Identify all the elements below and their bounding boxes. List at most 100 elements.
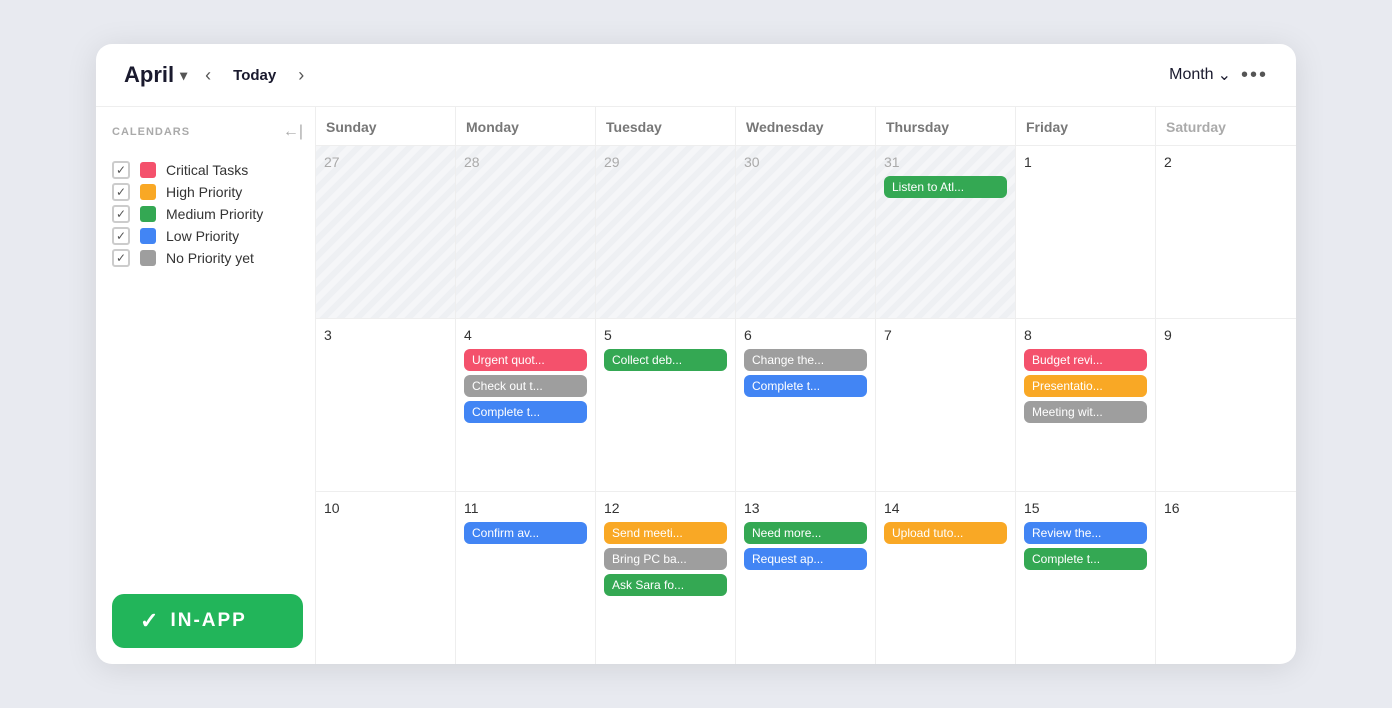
day-number: 28 bbox=[464, 154, 587, 170]
day-number: 6 bbox=[744, 327, 867, 343]
item-label-none: No Priority yet bbox=[166, 250, 254, 266]
sidebar-item-low[interactable]: ✓ Low Priority bbox=[112, 225, 303, 247]
day-number: 13 bbox=[744, 500, 867, 516]
day-cell-12[interactable]: 12 Send meeti... Bring PC ba... Ask Sara fo… bbox=[596, 492, 736, 664]
day-cell-6[interactable]: 6 Change the... Complete t... bbox=[736, 319, 876, 491]
day-number: 31 bbox=[884, 154, 1007, 170]
more-options-btn[interactable]: ••• bbox=[1241, 64, 1268, 87]
sidebar-collapse-btn[interactable]: ←| bbox=[283, 123, 303, 141]
event-pill[interactable]: Request ap... bbox=[744, 548, 867, 570]
event-pill[interactable]: Change the... bbox=[744, 349, 867, 371]
sidebar-header: CALENDARS ←| bbox=[112, 123, 303, 141]
day-cell-10[interactable]: 10 bbox=[316, 492, 456, 664]
day-number: 30 bbox=[744, 154, 867, 170]
prev-btn[interactable]: ‹ bbox=[199, 63, 217, 88]
checkbox-critical[interactable]: ✓ bbox=[112, 161, 130, 179]
day-cell-30[interactable]: 30 bbox=[736, 146, 876, 318]
header-right: Month ⌄ ••• bbox=[1169, 64, 1268, 87]
day-cell-1[interactable]: 1 bbox=[1016, 146, 1156, 318]
day-header-tuesday: Tuesday bbox=[596, 107, 736, 145]
view-selector[interactable]: Month ⌄ bbox=[1169, 65, 1231, 85]
event-pill[interactable]: Confirm av... bbox=[464, 522, 587, 544]
event-pill[interactable]: Listen to Atl... bbox=[884, 176, 1007, 198]
item-label-critical: Critical Tasks bbox=[166, 162, 248, 178]
day-cell-14[interactable]: 14 Upload tuto... bbox=[876, 492, 1016, 664]
calendar-header: April ▾ ‹ Today › Month ⌄ ••• bbox=[96, 44, 1296, 107]
day-cell-3[interactable]: 3 bbox=[316, 319, 456, 491]
day-number: 29 bbox=[604, 154, 727, 170]
sidebar-item-none[interactable]: ✓ No Priority yet bbox=[112, 247, 303, 269]
month-label: April bbox=[124, 62, 174, 88]
sidebar-item-medium[interactable]: ✓ Medium Priority bbox=[112, 203, 303, 225]
day-number: 11 bbox=[464, 500, 587, 516]
day-number: 4 bbox=[464, 327, 587, 343]
color-dot-high bbox=[140, 184, 156, 200]
day-cell-5[interactable]: 5 Collect deb... bbox=[596, 319, 736, 491]
day-cell-11[interactable]: 11 Confirm av... bbox=[456, 492, 596, 664]
view-label: Month bbox=[1169, 66, 1213, 84]
day-cell-13[interactable]: 13 Need more... Request ap... bbox=[736, 492, 876, 664]
event-pill[interactable]: Check out t... bbox=[464, 375, 587, 397]
day-cell-7[interactable]: 7 bbox=[876, 319, 1016, 491]
week-1: 34 Urgent quot... Check out t... Complete t… bbox=[316, 319, 1296, 492]
day-cell-8[interactable]: 8 Budget revi... Presentatio... Meeting wit… bbox=[1016, 319, 1156, 491]
event-pill[interactable]: Urgent quot... bbox=[464, 349, 587, 371]
day-number: 15 bbox=[1024, 500, 1147, 516]
sidebar-item-critical[interactable]: ✓ Critical Tasks bbox=[112, 159, 303, 181]
day-cell-28[interactable]: 28 bbox=[456, 146, 596, 318]
day-number: 10 bbox=[324, 500, 447, 516]
checkbox-medium[interactable]: ✓ bbox=[112, 205, 130, 223]
event-pill[interactable]: Complete t... bbox=[464, 401, 587, 423]
day-cell-9[interactable]: 9 bbox=[1156, 319, 1296, 491]
day-number: 5 bbox=[604, 327, 727, 343]
day-cell-15[interactable]: 15 Review the... Complete t... bbox=[1016, 492, 1156, 664]
day-cell-27[interactable]: 27 bbox=[316, 146, 456, 318]
next-btn[interactable]: › bbox=[292, 63, 310, 88]
day-number: 12 bbox=[604, 500, 727, 516]
day-header-wednesday: Wednesday bbox=[736, 107, 876, 145]
today-btn[interactable]: Today bbox=[229, 65, 280, 86]
event-pill[interactable]: Presentatio... bbox=[1024, 375, 1147, 397]
month-dropdown-icon[interactable]: ▾ bbox=[180, 67, 187, 84]
day-header-monday: Monday bbox=[456, 107, 596, 145]
day-number: 14 bbox=[884, 500, 1007, 516]
day-cell-31[interactable]: 31 Listen to Atl... bbox=[876, 146, 1016, 318]
day-cell-2[interactable]: 2 bbox=[1156, 146, 1296, 318]
event-pill[interactable]: Meeting wit... bbox=[1024, 401, 1147, 423]
day-header-thursday: Thursday bbox=[876, 107, 1016, 145]
day-number: 9 bbox=[1164, 327, 1288, 343]
day-cell-4[interactable]: 4 Urgent quot... Check out t... Complete t.… bbox=[456, 319, 596, 491]
event-pill[interactable]: Collect deb... bbox=[604, 349, 727, 371]
day-header-friday: Friday bbox=[1016, 107, 1156, 145]
event-pill[interactable]: Budget revi... bbox=[1024, 349, 1147, 371]
checkbox-low[interactable]: ✓ bbox=[112, 227, 130, 245]
event-pill[interactable]: Need more... bbox=[744, 522, 867, 544]
color-dot-critical bbox=[140, 162, 156, 178]
item-label-low: Low Priority bbox=[166, 228, 239, 244]
event-pill[interactable]: Upload tuto... bbox=[884, 522, 1007, 544]
in-app-badge: ✓ IN-APP bbox=[112, 594, 303, 648]
color-dot-none bbox=[140, 250, 156, 266]
badge-label: IN-APP bbox=[170, 610, 246, 632]
calendars-label: CALENDARS bbox=[112, 126, 190, 138]
calendar-grid: SundayMondayTuesdayWednesdayThursdayFrid… bbox=[316, 107, 1296, 664]
sidebar-items: ✓ Critical Tasks ✓ High Priority ✓ Mediu… bbox=[112, 159, 303, 269]
calendar-app: April ▾ ‹ Today › Month ⌄ ••• CALENDARS … bbox=[96, 44, 1296, 664]
color-dot-medium bbox=[140, 206, 156, 222]
event-pill[interactable]: Complete t... bbox=[744, 375, 867, 397]
day-number: 16 bbox=[1164, 500, 1288, 516]
day-cell-16[interactable]: 16 bbox=[1156, 492, 1296, 664]
event-pill[interactable]: Send meeti... bbox=[604, 522, 727, 544]
day-number: 7 bbox=[884, 327, 1007, 343]
checkbox-high[interactable]: ✓ bbox=[112, 183, 130, 201]
event-pill[interactable]: Bring PC ba... bbox=[604, 548, 727, 570]
day-number: 8 bbox=[1024, 327, 1147, 343]
sidebar: CALENDARS ←| ✓ Critical Tasks ✓ High Pri… bbox=[96, 107, 316, 664]
calendar-body: CALENDARS ←| ✓ Critical Tasks ✓ High Pri… bbox=[96, 107, 1296, 664]
event-pill[interactable]: Complete t... bbox=[1024, 548, 1147, 570]
checkbox-none[interactable]: ✓ bbox=[112, 249, 130, 267]
day-cell-29[interactable]: 29 bbox=[596, 146, 736, 318]
sidebar-item-high[interactable]: ✓ High Priority bbox=[112, 181, 303, 203]
event-pill[interactable]: Ask Sara fo... bbox=[604, 574, 727, 596]
event-pill[interactable]: Review the... bbox=[1024, 522, 1147, 544]
